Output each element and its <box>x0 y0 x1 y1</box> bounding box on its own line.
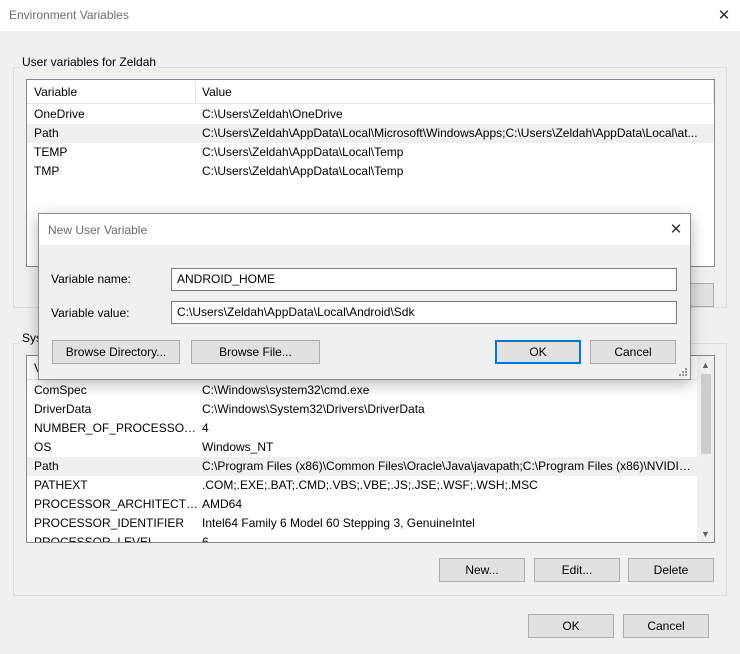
variable-value-label: Variable value: <box>51 306 130 320</box>
variable-name: Path <box>34 126 59 140</box>
system-new-button[interactable]: New... <box>439 558 525 582</box>
variable-value: C:\Users\Zeldah\AppData\Local\Temp <box>202 145 404 159</box>
variable-value: C:\Users\Zeldah\AppData\Local\Microsoft\… <box>202 126 698 140</box>
variable-value: C:\Users\Zeldah\AppData\Local\Temp <box>202 164 404 178</box>
variable-name: OneDrive <box>34 107 85 121</box>
column-header-value[interactable]: Value <box>195 80 713 104</box>
dialog-ok-button[interactable]: OK <box>495 340 581 364</box>
browse-file-button[interactable]: Browse File... <box>191 340 320 364</box>
variable-name-field[interactable]: ANDROID_HOME <box>171 268 677 291</box>
scroll-down-arrow-icon[interactable]: ▼ <box>697 525 714 542</box>
variable-value-field[interactable]: C:\Users\Zeldah\AppData\Local\Android\Sd… <box>171 301 677 324</box>
variable-name: OS <box>34 440 52 454</box>
cancel-button[interactable]: Cancel <box>623 614 709 638</box>
list-item[interactable]: PROCESSOR_IDENTIFIER Intel64 Family 6 Mo… <box>27 514 714 533</box>
list-item[interactable]: Path C:\Program Files (x86)\Common Files… <box>27 457 697 476</box>
variable-value: AMD64 <box>202 497 243 511</box>
variable-name: NUMBER_OF_PROCESSORS <box>34 421 199 435</box>
variable-value: 6 <box>202 535 209 543</box>
dialog-close-icon[interactable]: ✕ <box>665 220 687 238</box>
window-close-icon[interactable]: ✕ <box>713 6 735 24</box>
new-user-variable-dialog: New User Variable ✕ Variable name: ANDRO… <box>38 213 691 380</box>
variable-value: C:\Windows\system32\cmd.exe <box>202 383 370 397</box>
dialog-title-bar: New User Variable ✕ <box>39 214 690 245</box>
ok-button[interactable]: OK <box>528 614 614 638</box>
vertical-scrollbar[interactable]: ▲ ▼ <box>697 356 714 542</box>
variable-value: 4 <box>202 421 209 435</box>
scrollbar-thumb[interactable] <box>701 374 711 454</box>
scroll-up-arrow-icon[interactable]: ▲ <box>697 356 714 373</box>
dialog-cancel-button[interactable]: Cancel <box>590 340 676 364</box>
variable-name: PROCESSOR_IDENTIFIER <box>34 516 185 530</box>
list-item[interactable]: ComSpec C:\Windows\system32\cmd.exe <box>27 381 714 400</box>
variable-name: PROCESSOR_ARCHITECTURE <box>34 497 199 511</box>
list-item[interactable]: PATHEXT .COM;.EXE;.BAT;.CMD;.VBS;.VBE;.J… <box>27 476 714 495</box>
column-header-variable[interactable]: Variable <box>27 80 195 104</box>
list-item[interactable]: DriverData C:\Windows\System32\Drivers\D… <box>27 400 714 419</box>
column-separator[interactable] <box>713 82 714 102</box>
dialog-title: New User Variable <box>48 223 148 237</box>
user-variables-label: User variables for Zeldah <box>20 55 159 69</box>
variable-name: ComSpec <box>34 383 87 397</box>
list-item[interactable]: NUMBER_OF_PROCESSORS 4 <box>27 419 714 438</box>
variable-value: C:\Program Files (x86)\Common Files\Orac… <box>202 459 694 473</box>
variable-value: .COM;.EXE;.BAT;.CMD;.VBS;.VBE;.JS;.JSE;.… <box>202 478 538 492</box>
user-list-header: Variable Value <box>27 80 714 104</box>
variable-name: TEMP <box>34 145 68 159</box>
list-item[interactable]: PROCESSOR_LEVEL 6 <box>27 533 714 543</box>
variable-value: C:\Windows\System32\Drivers\DriverData <box>202 402 425 416</box>
system-edit-button[interactable]: Edit... <box>534 558 620 582</box>
list-item[interactable]: Path C:\Users\Zeldah\AppData\Local\Micro… <box>27 124 714 143</box>
list-item[interactable]: OneDrive C:\Users\Zeldah\OneDrive <box>27 105 714 124</box>
system-variables-list[interactable]: V ComSpec C:\Windows\system32\cmd.exe Dr… <box>26 355 715 543</box>
window-title: Environment Variables <box>9 8 129 22</box>
browse-directory-button[interactable]: Browse Directory... <box>52 340 180 364</box>
variable-value: Intel64 Family 6 Model 60 Stepping 3, Ge… <box>202 516 475 530</box>
variable-name: PROCESSOR_LEVEL <box>34 535 155 543</box>
list-item[interactable]: TEMP C:\Users\Zeldah\AppData\Local\Temp <box>27 143 714 162</box>
system-delete-button[interactable]: Delete <box>628 558 714 582</box>
list-item[interactable]: OS Windows_NT <box>27 438 714 457</box>
variable-value: Windows_NT <box>202 440 274 454</box>
resize-grip-icon[interactable] <box>678 367 688 377</box>
list-item[interactable]: TMP C:\Users\Zeldah\AppData\Local\Temp <box>27 162 714 181</box>
variable-name: TMP <box>34 164 60 178</box>
variable-name: PATHEXT <box>34 478 88 492</box>
variable-name-label: Variable name: <box>51 272 131 286</box>
variable-name: Path <box>34 459 59 473</box>
variable-value: C:\Users\Zeldah\OneDrive <box>202 107 343 121</box>
variable-name: DriverData <box>34 402 92 416</box>
list-item[interactable]: PROCESSOR_ARCHITECTURE AMD64 <box>27 495 714 514</box>
